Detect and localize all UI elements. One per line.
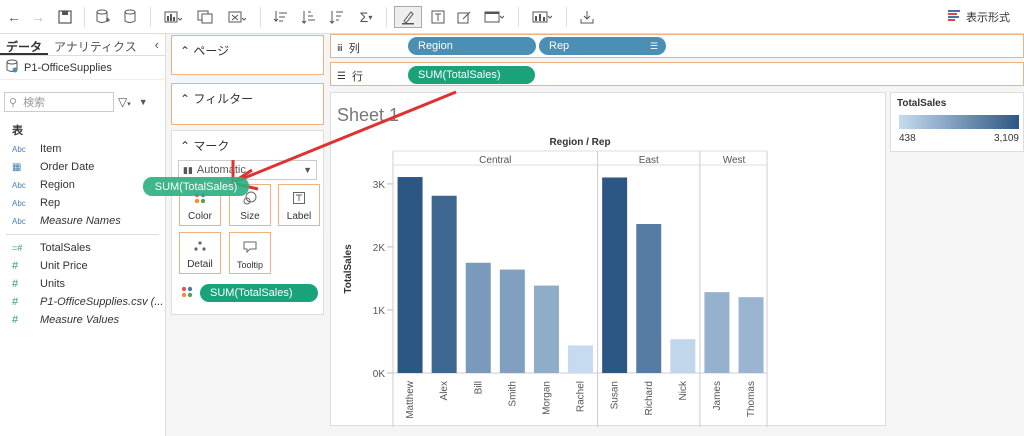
drag-arrow [231,90,457,191]
dragged-pill[interactable]: SUM(TotalSales) [143,177,249,196]
